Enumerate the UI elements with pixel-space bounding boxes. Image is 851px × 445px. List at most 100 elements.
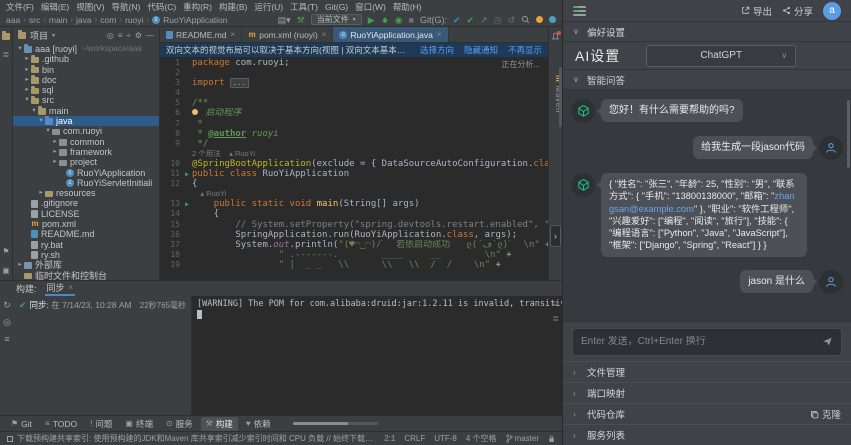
tree-item[interactable]: .gitignore [13, 198, 159, 208]
tree-item[interactable]: ▾aaa [ruoyi]~/workspace/aaa [13, 44, 159, 54]
menu-item[interactable]: 代码(C) [147, 1, 176, 13]
tree-item[interactable]: ▸framework [13, 147, 159, 157]
chat-bubble[interactable]: 给我生成一段jason代码 [693, 136, 813, 159]
notification-action-link[interactable]: 选择方向 [420, 44, 454, 56]
chat-input[interactable] [581, 336, 816, 347]
menu-item[interactable]: 导航(N) [112, 1, 141, 13]
notification-action-link[interactable]: 不再显示 [508, 44, 542, 56]
build-status-pane[interactable]: ✔同步: 在 7/14/23, 10:28 AM 22秒765毫秒 [14, 296, 192, 415]
run-gutter-icon[interactable]: ▶ [182, 199, 192, 209]
menu-icon[interactable] [573, 6, 586, 16]
soft-wrap-icon[interactable]: ≡ [552, 299, 559, 310]
breadcrumb-item[interactable]: java [76, 15, 92, 25]
menu-item[interactable]: 窗口(W) [355, 1, 386, 13]
model-select[interactable]: ChatGPT ∨ [646, 45, 796, 67]
status-message[interactable]: 下载预构建共享索引: 使用预构建的JDK和Maven 库共享索引减少索引时间和 … [7, 433, 375, 444]
intention-bulb-icon[interactable] [192, 109, 198, 115]
close-icon[interactable]: × [437, 30, 442, 39]
profile-dot-icon[interactable] [549, 16, 556, 23]
tool-tab-todo[interactable]: ≡TODO [40, 418, 82, 430]
build-sync-tab[interactable]: 同步× [45, 281, 76, 296]
chat-bubble[interactable]: { "姓名": "张三", "年龄": 25, "性别": "男", "联系方式… [601, 173, 807, 257]
tree-item[interactable]: ▸project [13, 157, 159, 167]
menu-item[interactable]: Git(G) [325, 2, 348, 12]
notification-dot-icon[interactable] [536, 16, 543, 23]
tree-chevron-icon[interactable]: ▸ [51, 157, 59, 167]
breadcrumb-item[interactable]: com [100, 15, 116, 25]
chat-scrollbar[interactable] [847, 100, 850, 168]
section-文件管理[interactable]: ›文件管理 [563, 361, 851, 382]
code-editor[interactable]: 正在分析... 1package com.ruoyi;23import ...4… [160, 57, 548, 280]
breadcrumb-item[interactable]: ruoyi [125, 15, 143, 25]
menu-item[interactable]: 重构(R) [183, 1, 212, 13]
build-hammer-icon[interactable]: ⚒ [297, 15, 305, 25]
chat-bubble[interactable]: 您好！有什么需要帮助的吗? [601, 99, 743, 122]
tree-chevron-icon[interactable]: ▸ [51, 147, 59, 157]
project-tool-icon[interactable] [2, 33, 10, 40]
menu-item[interactable]: 视图(V) [76, 1, 104, 13]
tree-item[interactable]: cRuoYiServletInitiali [13, 178, 159, 188]
tree-chevron-icon[interactable]: ▸ [23, 65, 31, 75]
share-button[interactable]: 分享 [782, 4, 813, 18]
build-console[interactable]: [WARNING] The POM for com.alibaba:druid:… [192, 296, 562, 415]
menu-item[interactable]: 编辑(E) [41, 1, 69, 13]
run-gutter-icon[interactable]: ▶ [182, 169, 192, 179]
tree-item[interactable]: cRuoYiApplication [13, 168, 159, 178]
clone-button[interactable]: 克隆 [810, 407, 841, 421]
tool-tab-git[interactable]: ⚑Git [6, 418, 37, 430]
breadcrumb-item[interactable]: aaa [6, 15, 20, 25]
coverage-icon[interactable]: ◉ [395, 15, 403, 25]
tree-chevron-icon[interactable]: ▸ [23, 75, 31, 85]
section-服务列表[interactable]: ›服务列表 [563, 424, 851, 445]
filter-icon[interactable]: ≡ [4, 334, 9, 344]
tree-item[interactable]: ▸sql [13, 85, 159, 95]
git-commit-icon[interactable]: ✔ [467, 15, 475, 25]
tree-item[interactable]: ▸doc [13, 75, 159, 85]
lock-icon[interactable] [548, 435, 555, 443]
close-icon[interactable]: × [322, 30, 327, 39]
tree-item[interactable]: ry.sh [13, 250, 159, 260]
tree-chevron-icon[interactable]: ▸ [51, 137, 59, 147]
tree-chevron-icon[interactable]: ▾ [23, 95, 31, 105]
tree-chevron-icon[interactable]: ▸ [23, 85, 31, 95]
hide-panel-icon[interactable]: — [146, 31, 154, 40]
run-config-selector[interactable]: 当前文件▾ [311, 14, 362, 25]
tool-tab-services[interactable]: ⊙服务 [161, 417, 198, 431]
tree-item[interactable]: ▾com.ruoyi [13, 126, 159, 136]
tool-tab-dependencies[interactable]: ♥依赖 [241, 417, 276, 431]
tree-item[interactable]: ▸common [13, 137, 159, 147]
notifications-bell-icon[interactable] [551, 32, 560, 41]
notification-action-link[interactable]: 隐藏通知 [464, 44, 498, 56]
tree-item[interactable]: README.md [13, 229, 159, 239]
tree-chevron-icon[interactable]: ▾ [37, 116, 45, 126]
editor-tab[interactable]: mpom.xml (ruoyi)× [242, 27, 333, 42]
menu-item[interactable]: 构建(B) [219, 1, 247, 13]
tree-item[interactable]: ▸bin [13, 65, 159, 75]
tree-item[interactable]: ▾src [13, 95, 159, 105]
tree-chevron-icon[interactable]: ▸ [37, 188, 45, 198]
debug-button[interactable] [381, 16, 389, 24]
file-encoding[interactable]: UTF-8 [434, 434, 457, 443]
tree-chevron-icon[interactable]: ▸ [23, 54, 31, 64]
line-separator[interactable]: CRLF [404, 434, 425, 443]
search-everywhere-icon[interactable] [521, 15, 530, 24]
rollback-icon[interactable]: ↺ [507, 15, 515, 25]
locate-file-icon[interactable]: ◎ [107, 31, 114, 40]
structure-tool-icon[interactable]: ≣ [3, 50, 10, 59]
git-push-icon[interactable]: ↗ [480, 15, 488, 25]
close-icon[interactable]: × [231, 30, 236, 39]
expand-panel-button[interactable]: › [550, 225, 561, 247]
bookmark-tool-icon[interactable]: ⚑ [2, 247, 9, 256]
close-icon[interactable]: × [69, 283, 74, 292]
menu-item[interactable]: 文件(F) [6, 1, 34, 13]
git-update-icon[interactable]: ✔ [453, 15, 461, 25]
editor-tab[interactable]: cRuoYiApplication.java× [333, 27, 448, 42]
qa-section-header[interactable]: ∨ 智能问答 [563, 70, 851, 90]
menu-item[interactable]: 工具(T) [290, 1, 318, 13]
project-panel-title[interactable]: 项目 [30, 29, 48, 42]
expand-all-icon[interactable]: ≡ [118, 31, 123, 40]
breadcrumb-item[interactable]: main [49, 15, 67, 25]
tree-chevron-icon[interactable]: ▸ [16, 260, 24, 270]
export-button[interactable]: 导出 [741, 4, 772, 18]
breadcrumb-item[interactable]: src [29, 15, 40, 25]
